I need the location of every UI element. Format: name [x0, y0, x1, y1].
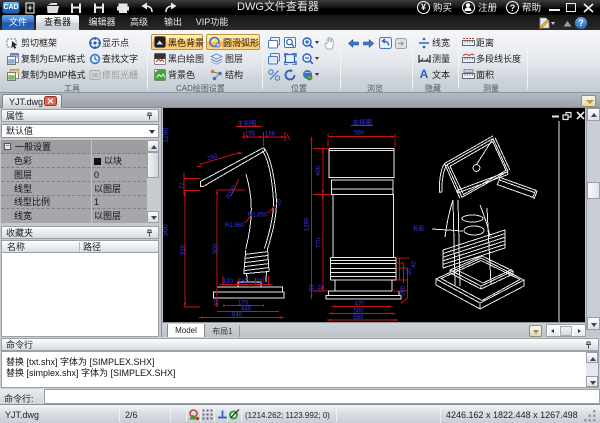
svg-text:主视图: 主视图 — [353, 118, 373, 127]
svg-text:1290: 1290 — [163, 127, 170, 143]
svg-text:400: 400 — [316, 165, 322, 176]
svg-text:标题: 标题 — [413, 225, 425, 233]
svg-text:350: 350 — [207, 154, 219, 163]
svg-text:1290: 1290 — [305, 217, 311, 231]
svg-text:77: 77 — [180, 182, 186, 189]
svg-text:R1,850: R1,850 — [248, 212, 268, 218]
svg-text:560: 560 — [354, 131, 365, 137]
svg-text:30: 30 — [319, 284, 325, 291]
svg-text:40: 40 — [412, 261, 418, 268]
svg-text:910: 910 — [181, 244, 187, 255]
svg-text:主视图: 主视图 — [237, 118, 257, 127]
svg-text:120: 120 — [256, 279, 267, 285]
svg-text:50: 50 — [215, 299, 221, 306]
svg-text:200: 200 — [240, 279, 251, 285]
svg-text:168: 168 — [265, 132, 276, 138]
svg-text:R1,660: R1,660 — [225, 223, 245, 229]
svg-text:200: 200 — [401, 285, 407, 296]
svg-text:470: 470 — [355, 301, 366, 307]
svg-text:20: 20 — [407, 268, 413, 275]
svg-text:440: 440 — [241, 306, 252, 312]
svg-text:560: 560 — [163, 224, 170, 236]
svg-text:900: 900 — [213, 243, 219, 254]
svg-text:770: 770 — [316, 237, 322, 248]
svg-text:500: 500 — [354, 308, 365, 314]
svg-text:50: 50 — [310, 284, 316, 291]
svg-text:120: 120 — [223, 279, 234, 285]
svg-text:R120: R120 — [226, 184, 238, 200]
svg-text:560: 560 — [354, 315, 365, 321]
svg-text:20: 20 — [276, 198, 284, 207]
svg-text:155: 155 — [245, 132, 256, 138]
svg-text:640: 640 — [232, 312, 243, 318]
